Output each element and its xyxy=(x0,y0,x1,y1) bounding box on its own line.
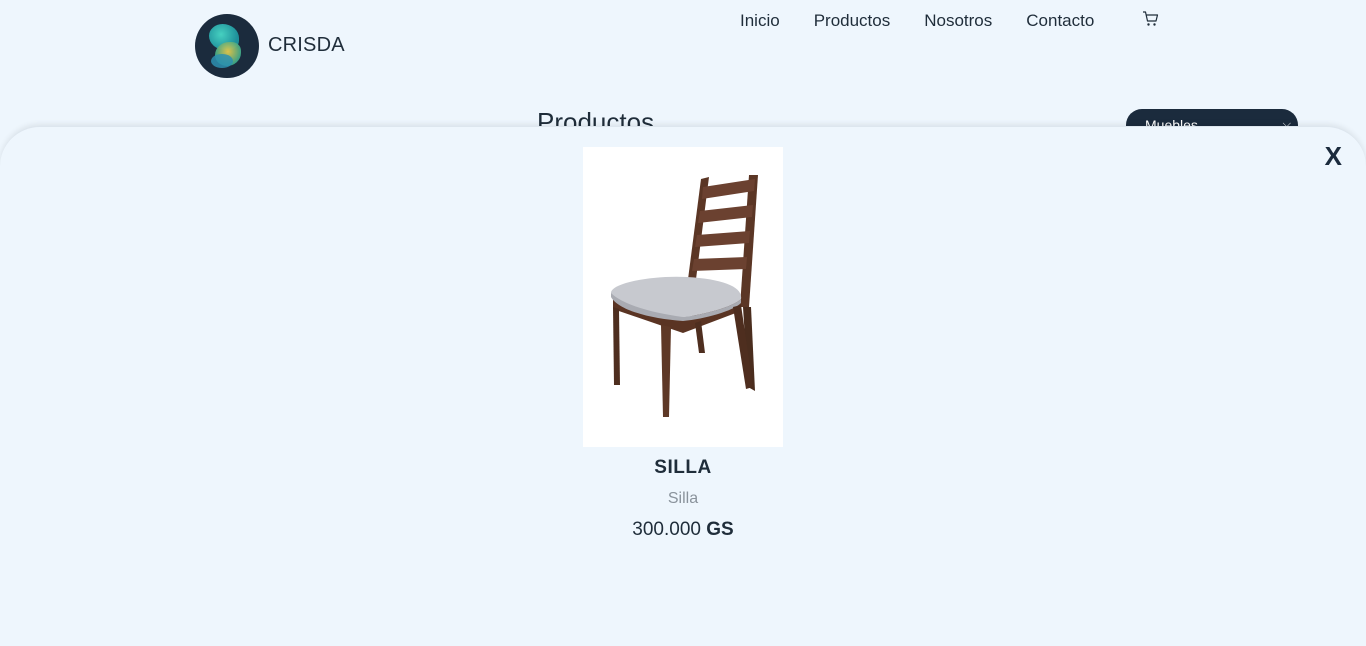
main-nav: Inicio Productos Nosotros Contacto xyxy=(740,10,1128,32)
nav-contacto[interactable]: Contacto xyxy=(1026,10,1094,32)
nav-productos[interactable]: Productos xyxy=(814,10,891,32)
chair-image xyxy=(611,175,758,417)
product-price: 300.000 GS xyxy=(0,519,1366,541)
price-amount: 300.000 xyxy=(632,519,701,540)
cart-icon[interactable] xyxy=(1142,10,1160,28)
nav-nosotros[interactable]: Nosotros xyxy=(924,10,992,32)
product-description: Silla xyxy=(667,490,699,507)
nav-inicio[interactable]: Inicio xyxy=(740,10,780,32)
product-image xyxy=(583,147,783,447)
brand-logo[interactable] xyxy=(195,14,259,78)
brand-name[interactable]: CRISDA xyxy=(268,34,345,57)
page: CRISDA Inicio Productos Nosotros Contact… xyxy=(0,0,1366,646)
price-currency: GS xyxy=(706,519,734,540)
product-name: SILLA xyxy=(654,457,712,478)
product-detail-modal: X SILLA Silla 300.000 GS xyxy=(0,126,1366,646)
close-button[interactable]: X xyxy=(1325,141,1342,172)
